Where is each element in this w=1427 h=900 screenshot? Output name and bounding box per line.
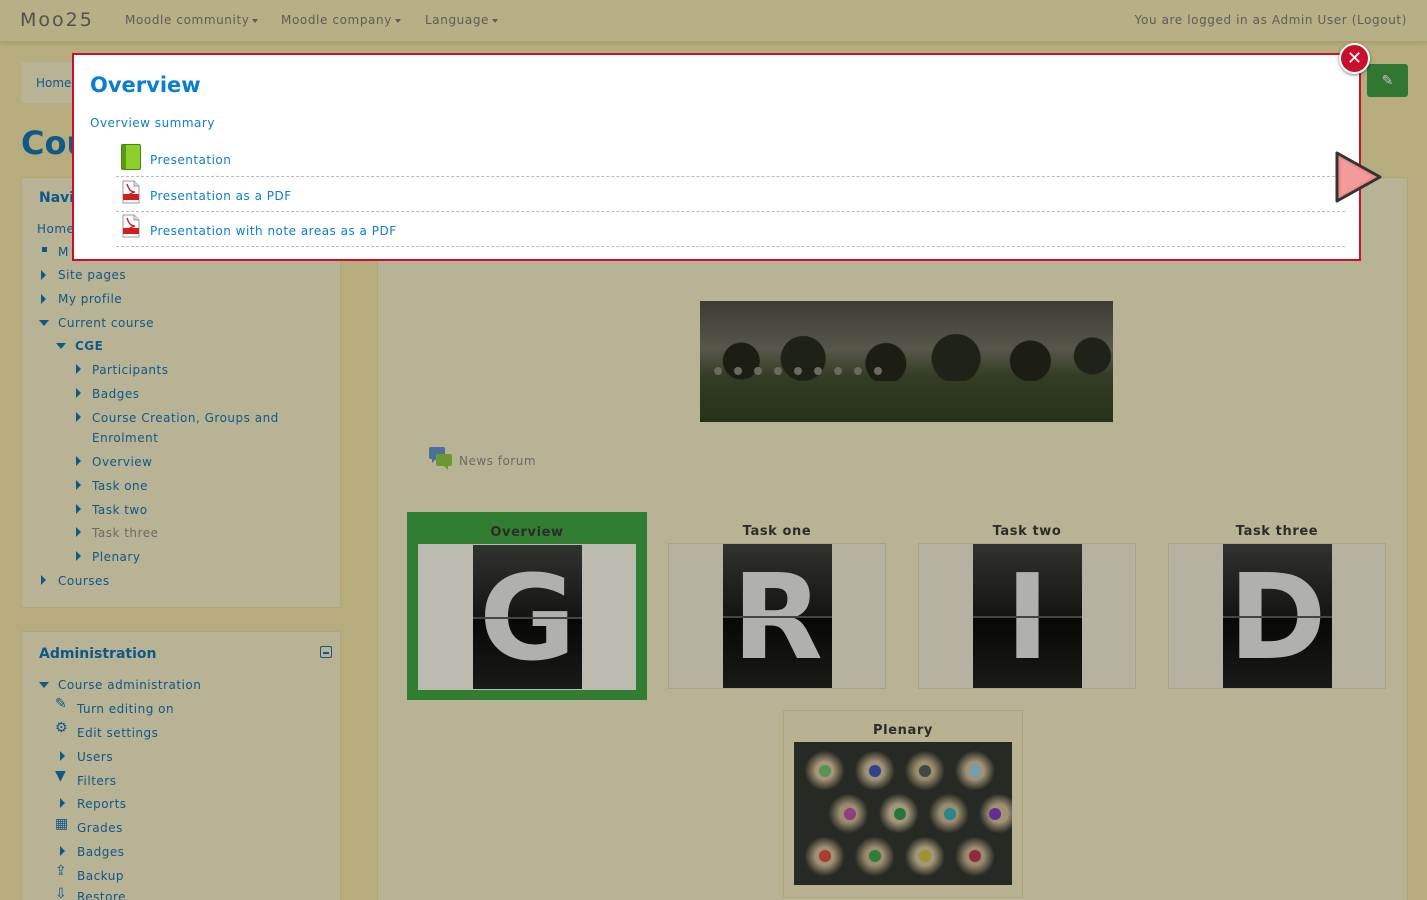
activity-presentation-notes-pdf[interactable]: Presentation with note areas as a PDF <box>116 212 1345 247</box>
activity-presentation[interactable]: Presentation <box>116 142 1345 177</box>
modal-title: Overview <box>90 73 201 97</box>
pdf-icon <box>122 214 140 238</box>
activity-label: Presentation as a PDF <box>150 189 292 203</box>
pdf-icon <box>122 180 140 204</box>
section-overview-modal: Overview Overview summary Presentation P… <box>72 53 1361 261</box>
close-icon: ✕ <box>1346 48 1363 69</box>
activity-presentation-pdf[interactable]: Presentation as a PDF <box>116 177 1345 212</box>
activity-label: Presentation <box>150 153 232 167</box>
activity-label: Presentation with note areas as a PDF <box>150 224 397 238</box>
modal-summary: Overview summary <box>90 116 215 130</box>
book-icon <box>121 144 141 170</box>
next-section-arrow-icon[interactable] <box>1332 149 1384 205</box>
modal-close-button[interactable]: ✕ <box>1339 43 1370 74</box>
